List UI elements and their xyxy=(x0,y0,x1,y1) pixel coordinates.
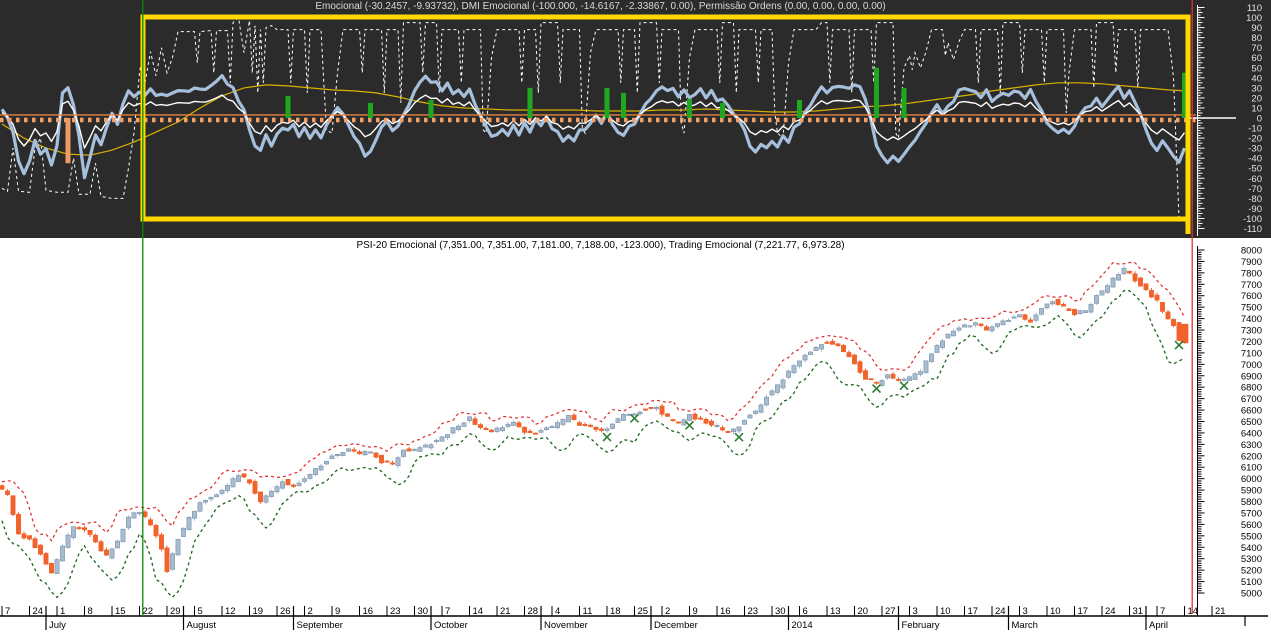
svg-text:6200: 6200 xyxy=(1241,451,1262,462)
svg-text:8000: 8000 xyxy=(1241,246,1262,257)
indicator-y-axis[interactable]: 1101009080706050403020100-10-20-30-40-50… xyxy=(1197,3,1263,236)
svg-text:6900: 6900 xyxy=(1241,371,1262,382)
chart-window: Emocional (-30.2457, -9.93732), DMI Emoc… xyxy=(0,0,1271,632)
indicator-canvas[interactable]: 1101009080706050403020100-10-20-30-40-50… xyxy=(0,0,1271,238)
svg-text:27: 27 xyxy=(885,606,896,617)
svg-text:23: 23 xyxy=(390,606,401,617)
svg-text:19: 19 xyxy=(253,606,264,617)
svg-text:6300: 6300 xyxy=(1241,440,1262,451)
svg-text:15: 15 xyxy=(115,606,126,617)
svg-text:5200: 5200 xyxy=(1241,566,1262,577)
x-signals xyxy=(602,340,1184,442)
svg-text:5100: 5100 xyxy=(1241,577,1262,588)
svg-text:11: 11 xyxy=(583,606,593,617)
svg-text:1: 1 xyxy=(60,606,65,617)
time-axis[interactable]: 7 24July1 8 15 22 29August5 12 19 26September2 9 1… xyxy=(0,606,1268,631)
svg-text:17: 17 xyxy=(968,606,979,617)
svg-text:8: 8 xyxy=(88,606,93,617)
price-canvas[interactable]: 8000790078007700760075007400730072007100… xyxy=(0,238,1271,632)
svg-text:6500: 6500 xyxy=(1241,417,1262,428)
svg-text:7100: 7100 xyxy=(1241,348,1262,359)
svg-text:3: 3 xyxy=(913,606,918,617)
svg-text:7: 7 xyxy=(445,606,450,617)
svg-text:7500: 7500 xyxy=(1241,303,1262,314)
svg-text:7800: 7800 xyxy=(1241,268,1262,279)
emocional-line xyxy=(0,73,1186,180)
svg-text:25: 25 xyxy=(638,606,649,617)
svg-text:26: 26 xyxy=(280,606,291,617)
svg-text:30: 30 xyxy=(775,606,786,617)
svg-text:6700: 6700 xyxy=(1241,394,1262,405)
svg-text:30: 30 xyxy=(418,606,429,617)
svg-text:24: 24 xyxy=(1105,606,1116,617)
price-y-axis[interactable]: 8000790078007700760075007400730072007100… xyxy=(1197,246,1263,617)
svg-text:16: 16 xyxy=(363,606,374,617)
svg-text:12: 12 xyxy=(225,606,236,617)
svg-text:21: 21 xyxy=(500,606,511,617)
svg-text:7700: 7700 xyxy=(1241,280,1262,291)
svg-text:April: April xyxy=(1149,620,1168,631)
svg-text:7900: 7900 xyxy=(1241,257,1262,268)
svg-text:10: 10 xyxy=(1050,606,1061,617)
svg-text:2: 2 xyxy=(308,606,313,617)
svg-text:5500: 5500 xyxy=(1241,531,1262,542)
svg-text:7600: 7600 xyxy=(1241,291,1262,302)
svg-text:9: 9 xyxy=(693,606,698,617)
svg-text:2014: 2014 xyxy=(792,620,813,631)
svg-text:31: 31 xyxy=(1133,606,1144,617)
svg-text:6000: 6000 xyxy=(1241,474,1262,485)
svg-text:5300: 5300 xyxy=(1241,554,1262,565)
svg-text:6800: 6800 xyxy=(1241,383,1262,394)
svg-text:6600: 6600 xyxy=(1241,406,1262,417)
svg-text:16: 16 xyxy=(720,606,731,617)
svg-text:28: 28 xyxy=(528,606,539,617)
svg-text:13: 13 xyxy=(830,606,841,617)
svg-text:4: 4 xyxy=(555,606,560,617)
svg-text:5400: 5400 xyxy=(1241,543,1262,554)
svg-text:August: August xyxy=(187,620,217,631)
svg-text:24: 24 xyxy=(33,606,44,617)
svg-text:29: 29 xyxy=(170,606,181,617)
svg-text:14: 14 xyxy=(473,606,484,617)
svg-text:March: March xyxy=(1012,620,1038,631)
svg-text:3: 3 xyxy=(1023,606,1028,617)
svg-text:7000: 7000 xyxy=(1241,360,1262,371)
svg-text:5600: 5600 xyxy=(1241,520,1262,531)
svg-text:5700: 5700 xyxy=(1241,508,1262,519)
svg-text:November: November xyxy=(544,620,588,631)
svg-text:July: July xyxy=(49,620,66,631)
svg-text:February: February xyxy=(902,620,940,631)
svg-text:December: December xyxy=(654,620,698,631)
svg-text:-110: -110 xyxy=(1244,224,1262,235)
svg-text:5800: 5800 xyxy=(1241,497,1262,508)
svg-text:5: 5 xyxy=(198,606,203,617)
svg-text:9: 9 xyxy=(335,606,340,617)
svg-text:20: 20 xyxy=(858,606,869,617)
svg-text:6100: 6100 xyxy=(1241,463,1262,474)
svg-text:18: 18 xyxy=(610,606,621,617)
svg-text:6400: 6400 xyxy=(1241,428,1262,439)
svg-text:7200: 7200 xyxy=(1241,337,1262,348)
upper-band xyxy=(1,261,1186,542)
svg-text:2: 2 xyxy=(665,606,670,617)
svg-text:5000: 5000 xyxy=(1241,588,1262,599)
price-panel-title: PSI-20 Emocional (7,351.00, 7,351.00, 7,… xyxy=(356,240,845,251)
svg-text:7400: 7400 xyxy=(1241,314,1262,325)
svg-text:10: 10 xyxy=(940,606,951,617)
svg-text:21: 21 xyxy=(1215,606,1226,617)
svg-text:October: October xyxy=(434,620,468,631)
svg-text:September: September xyxy=(297,620,343,631)
svg-text:23: 23 xyxy=(748,606,759,617)
svg-text:7300: 7300 xyxy=(1241,326,1262,337)
svg-text:22: 22 xyxy=(143,606,154,617)
svg-text:7: 7 xyxy=(5,606,10,617)
svg-text:17: 17 xyxy=(1078,606,1089,617)
svg-text:7: 7 xyxy=(1160,606,1165,617)
svg-text:6: 6 xyxy=(803,606,808,617)
svg-text:24: 24 xyxy=(995,606,1006,617)
svg-text:5900: 5900 xyxy=(1241,486,1262,497)
indicator-panel-title: Emocional (-30.2457, -9.93732), DMI Emoc… xyxy=(315,1,886,12)
